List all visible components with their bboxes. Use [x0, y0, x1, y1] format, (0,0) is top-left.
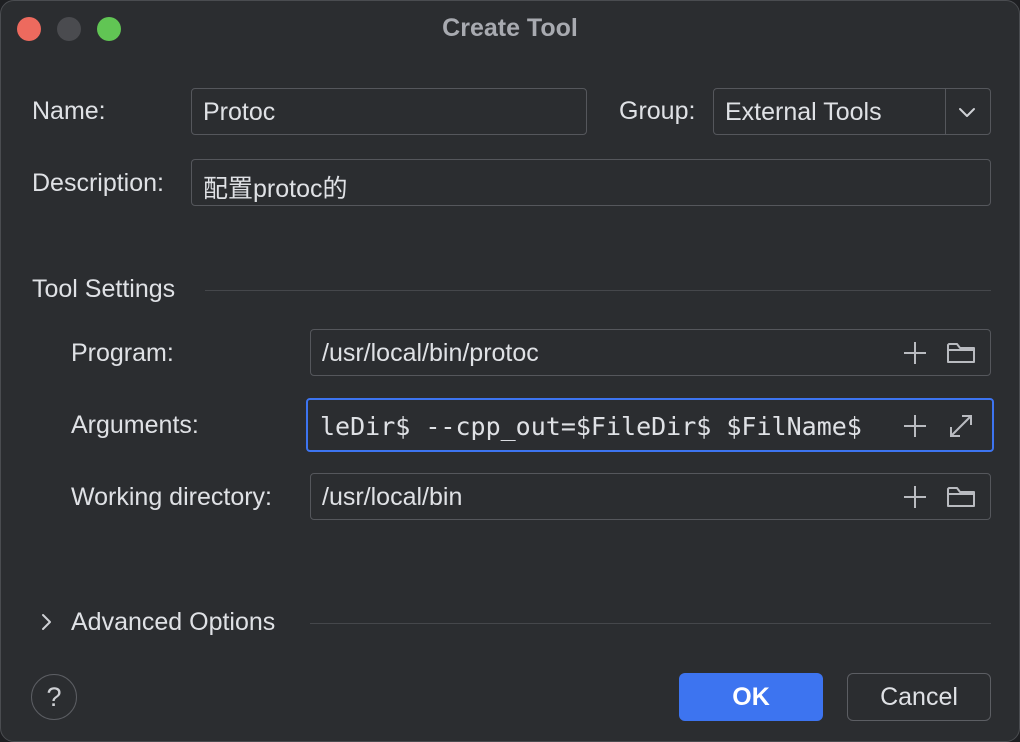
working-directory-field[interactable]: /usr/local/bin: [310, 473, 991, 520]
plus-icon[interactable]: [899, 337, 931, 369]
name-label: Name:: [32, 97, 106, 125]
create-tool-dialog: Create Tool Name: Protoc Group: External…: [0, 0, 1020, 742]
name-value: Protoc: [203, 98, 276, 126]
group-label: Group:: [619, 97, 696, 125]
plus-icon[interactable]: [899, 410, 931, 442]
working-directory-label: Working directory:: [71, 483, 272, 511]
working-directory-value: /usr/local/bin: [322, 483, 463, 511]
dialog-title: Create Tool: [442, 14, 578, 42]
description-field[interactable]: 配置protoc的: [191, 159, 991, 206]
advanced-options-toggle[interactable]: Advanced Options: [71, 608, 275, 637]
plus-icon[interactable]: [899, 481, 931, 513]
cancel-button[interactable]: Cancel: [847, 673, 991, 721]
folder-icon[interactable]: [945, 337, 977, 369]
arguments-field[interactable]: leDir$ --cpp_out=$FileDir$ $FilName$: [306, 398, 994, 452]
program-label: Program:: [71, 339, 174, 367]
dropdown-divider: [945, 89, 946, 134]
group-dropdown[interactable]: External Tools: [713, 88, 991, 135]
name-field[interactable]: Protoc: [191, 88, 587, 135]
folder-icon[interactable]: [945, 481, 977, 513]
title-bar: Create Tool: [1, 1, 1019, 57]
expand-icon[interactable]: [945, 410, 977, 442]
arguments-label: Arguments:: [71, 411, 199, 439]
description-value: 配置protoc的: [203, 175, 348, 203]
chevron-down-icon[interactable]: [951, 96, 983, 128]
tool-settings-heading: Tool Settings: [32, 275, 176, 303]
group-value: External Tools: [725, 98, 882, 126]
chevron-right-icon[interactable]: [31, 606, 63, 638]
description-label: Description:: [32, 169, 164, 197]
program-value: /usr/local/bin/protoc: [322, 339, 539, 367]
arguments-value: leDir$ --cpp_out=$FileDir$ $FilName$: [320, 412, 862, 441]
help-button[interactable]: ?: [31, 674, 77, 720]
ok-button[interactable]: OK: [679, 673, 823, 721]
advanced-divider: [310, 623, 991, 624]
program-field[interactable]: /usr/local/bin/protoc: [310, 329, 991, 376]
section-divider: [205, 290, 991, 291]
